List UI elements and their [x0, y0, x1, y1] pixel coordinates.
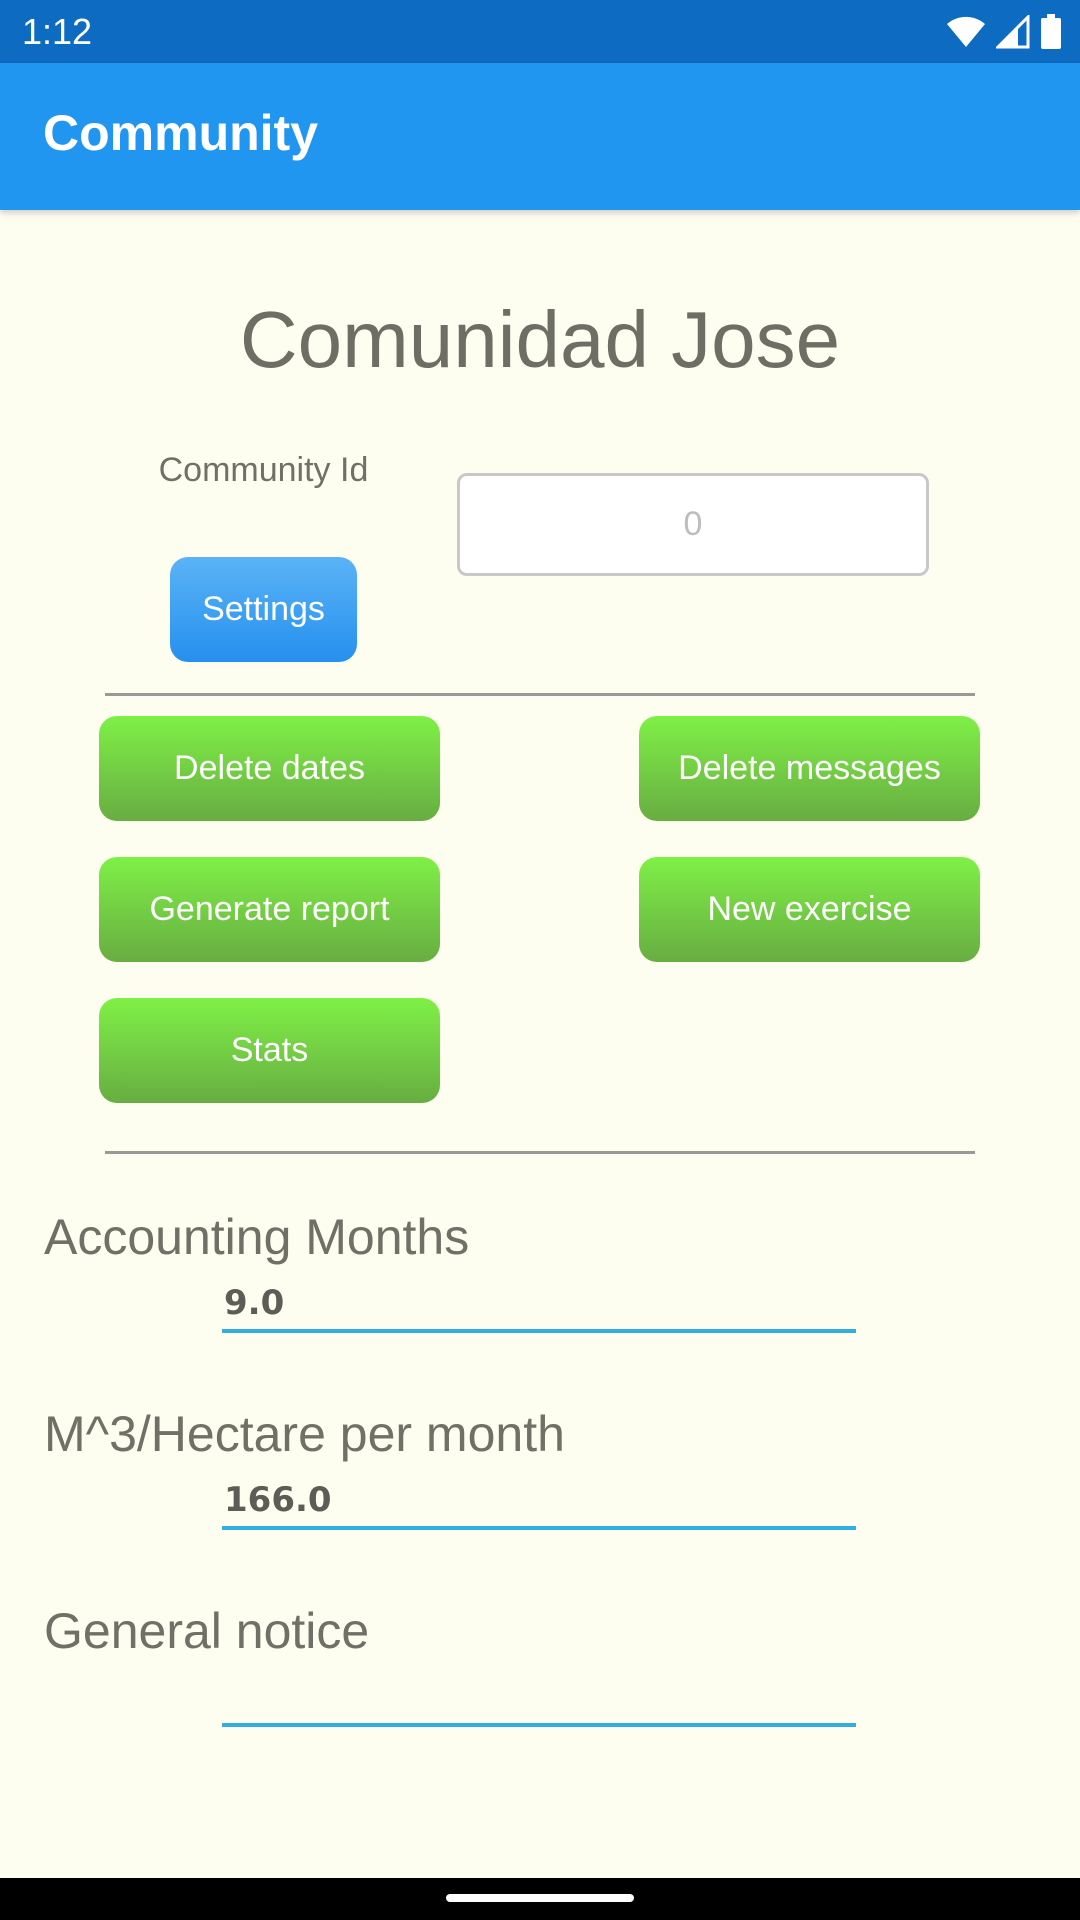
navigation-bar	[0, 1878, 1080, 1920]
app-bar: Community	[0, 63, 1080, 210]
home-handle[interactable]	[446, 1894, 634, 1902]
new-exercise-button[interactable]: New exercise	[639, 857, 980, 962]
app-title: Community	[43, 105, 318, 161]
m3-hectare-label: M^3/Hectare per month	[44, 1406, 565, 1462]
battery-icon	[1041, 14, 1061, 49]
generate-report-button[interactable]: Generate report	[99, 857, 440, 962]
status-time: 1:12	[22, 11, 93, 52]
settings-button[interactable]: Settings	[170, 557, 357, 662]
status-icons	[946, 12, 1062, 52]
m3-hectare-input[interactable]	[222, 1474, 856, 1530]
delete-messages-button[interactable]: Delete messages	[639, 716, 980, 821]
community-id-label: Community Id	[158, 451, 369, 489]
community-name: Comunidad Jose	[239, 295, 841, 384]
delete-dates-button[interactable]: Delete dates	[99, 716, 440, 821]
accounting-months-label: Accounting Months	[44, 1209, 470, 1265]
general-notice-input[interactable]	[222, 1671, 856, 1727]
wifi-icon	[947, 16, 985, 47]
general-notice-label: General notice	[44, 1603, 370, 1659]
divider	[105, 693, 975, 696]
signal-icon	[996, 15, 1030, 49]
accounting-months-input[interactable]	[222, 1277, 856, 1333]
divider	[105, 1151, 975, 1154]
status-bar: 1:12	[0, 0, 1080, 63]
community-id-input[interactable]	[457, 473, 929, 576]
stats-button[interactable]: Stats	[99, 998, 440, 1103]
